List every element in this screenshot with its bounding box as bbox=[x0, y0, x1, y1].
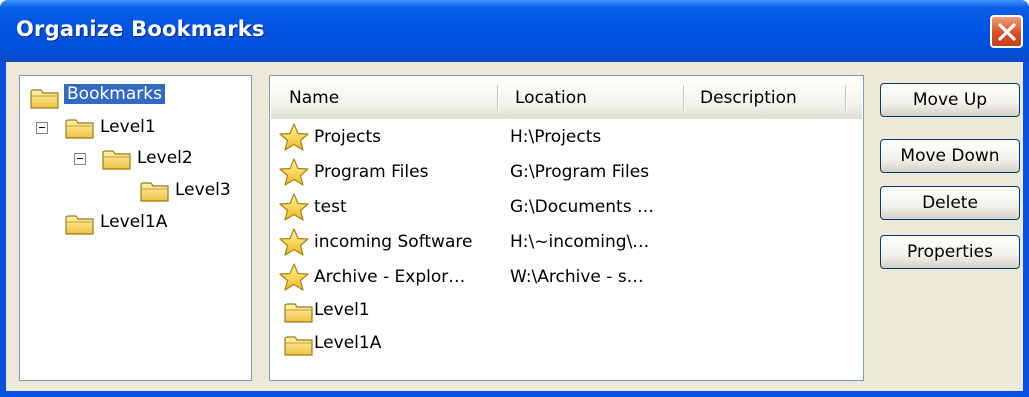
properties-button[interactable]: Properties bbox=[880, 235, 1020, 269]
folder-icon bbox=[284, 301, 314, 323]
folder-icon bbox=[102, 148, 132, 170]
star-icon bbox=[279, 228, 309, 256]
bookmark-name: Projects bbox=[314, 127, 382, 147]
bookmark-name: Level1A bbox=[314, 333, 382, 353]
close-icon bbox=[998, 23, 1016, 41]
bookmark-location: G:\Program Files bbox=[510, 162, 650, 182]
bookmark-name: incoming Software bbox=[314, 232, 473, 252]
delete-button[interactable]: Delete bbox=[880, 186, 1020, 220]
star-icon bbox=[279, 123, 309, 151]
collapse-toggle[interactable] bbox=[36, 122, 48, 134]
tree-item-label: Level2 bbox=[137, 148, 193, 168]
column-divider[interactable] bbox=[845, 85, 846, 111]
folder-icon bbox=[30, 87, 60, 109]
tree-item-label: Level1 bbox=[100, 117, 156, 137]
bookmark-name: Level1 bbox=[314, 300, 370, 320]
column-header-description[interactable]: Description bbox=[700, 77, 797, 117]
column-header-name[interactable]: Name bbox=[289, 77, 339, 117]
folder-tree[interactable]: Bookmarks Level1 Level2 Level3 Level1A bbox=[19, 75, 252, 381]
bookmark-name: Archive - Explor… bbox=[314, 267, 466, 287]
star-icon bbox=[279, 263, 309, 291]
window-title: Organize Bookmarks bbox=[16, 17, 265, 41]
column-divider[interactable] bbox=[497, 85, 498, 111]
bookmark-location: H:\~incoming\… bbox=[510, 232, 650, 252]
bookmark-location: H:\Projects bbox=[510, 127, 602, 147]
tree-item-label: Bookmarks bbox=[64, 84, 165, 104]
close-button[interactable] bbox=[990, 15, 1023, 48]
bookmark-list[interactable]: Name Location Description Projects H:\Pr… bbox=[269, 75, 864, 381]
bookmark-name: Program Files bbox=[314, 162, 429, 182]
star-icon bbox=[279, 193, 309, 221]
bookmark-name: test bbox=[314, 197, 347, 217]
folder-icon bbox=[140, 180, 170, 202]
tree-item-label: Level3 bbox=[175, 180, 231, 200]
organize-bookmarks-dialog: Organize Bookmarks Bookmarks Level1 Leve… bbox=[0, 0, 1029, 397]
title-bar[interactable]: Organize Bookmarks bbox=[0, 0, 1029, 62]
column-header-location[interactable]: Location bbox=[515, 77, 587, 117]
bookmark-location: G:\Documents … bbox=[510, 197, 654, 217]
move-down-button[interactable]: Move Down bbox=[880, 139, 1020, 173]
move-up-button[interactable]: Move Up bbox=[880, 83, 1020, 117]
bookmark-location: W:\Archive - s… bbox=[510, 267, 644, 287]
column-divider[interactable] bbox=[683, 85, 684, 111]
folder-icon bbox=[65, 117, 95, 139]
folder-icon bbox=[284, 334, 314, 356]
tree-item-label: Level1A bbox=[100, 212, 168, 232]
star-icon bbox=[279, 158, 309, 186]
folder-icon bbox=[65, 213, 95, 235]
list-header: Name Location Description bbox=[271, 77, 862, 119]
collapse-toggle[interactable] bbox=[74, 153, 86, 165]
